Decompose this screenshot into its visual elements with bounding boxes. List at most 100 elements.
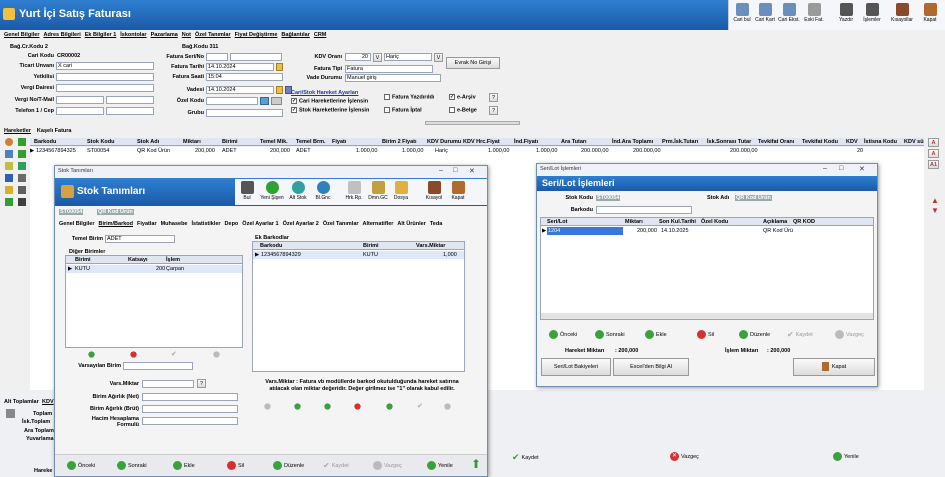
col-header[interactable]: KDV bbox=[846, 139, 858, 145]
list-icon[interactable] bbox=[18, 186, 26, 194]
db-delete-icon[interactable] bbox=[130, 351, 137, 358]
stok-tab-birim-barkod[interactable]: Birim/Barkod bbox=[98, 221, 133, 227]
stok-tab[interactable]: Muhasebe bbox=[161, 221, 188, 227]
col-header[interactable]: KDV Durumu bbox=[427, 139, 461, 145]
stok-hareket-check[interactable]: ✓ Stok Hareketlerine İşlensin bbox=[291, 107, 369, 113]
birim-agirlik-net-input[interactable] bbox=[142, 393, 238, 401]
tab-genel-bilgiler[interactable]: Genel Bilgiler bbox=[4, 32, 39, 38]
seri-onceki-button[interactable]: Önceki bbox=[549, 330, 577, 339]
fatura-tarihi-input[interactable]: 14.10.2024 bbox=[206, 63, 274, 71]
seri-duzenle-button[interactable]: Düzenle bbox=[739, 330, 770, 339]
tab-crm[interactable]: CRM bbox=[314, 32, 327, 38]
vade-durumu-select[interactable]: Manuel giriş bbox=[345, 74, 441, 82]
col-header[interactable]: KDV Hrc.Fiyat bbox=[463, 139, 500, 145]
col-header[interactable]: İsk.Sonrası Tutar bbox=[707, 139, 751, 145]
up-arrow-icon[interactable]: ⬆ bbox=[471, 457, 481, 471]
ozel-kodu-add-icon[interactable] bbox=[271, 97, 282, 105]
sonraki-button[interactable]: Sonraki bbox=[117, 461, 147, 470]
horizontal-scrollbar[interactable] bbox=[541, 313, 873, 319]
transfer-icon[interactable] bbox=[18, 174, 26, 182]
ozel-kodu-input[interactable] bbox=[206, 97, 258, 105]
close-icon[interactable]: ✕ bbox=[859, 165, 865, 173]
close-icon[interactable]: ✕ bbox=[469, 167, 475, 175]
sum-icon[interactable] bbox=[18, 150, 26, 158]
copy-icon[interactable] bbox=[18, 162, 26, 170]
kdv-v-button[interactable]: V bbox=[373, 53, 382, 62]
sil-button[interactable]: Sil bbox=[227, 461, 244, 470]
barcode-icon[interactable] bbox=[18, 198, 26, 206]
col-header[interactable]: Özel Kodu bbox=[701, 219, 728, 225]
db-add-icon[interactable] bbox=[88, 351, 95, 358]
seri-kaydet-button[interactable]: ✔ Kaydet bbox=[787, 330, 813, 339]
tab-iskontolar[interactable]: İskontolar bbox=[120, 32, 146, 38]
move-down-icon[interactable]: ▼ bbox=[931, 206, 939, 215]
kdv-orani-input[interactable]: 20 bbox=[345, 53, 371, 61]
no-input[interactable] bbox=[230, 53, 282, 61]
stok-tab[interactable]: Teda bbox=[430, 221, 442, 227]
eski-fatura-button[interactable]: Eski Fat. bbox=[802, 3, 826, 23]
birim-agirlik-brut-input[interactable] bbox=[142, 405, 238, 413]
seri-input[interactable] bbox=[206, 53, 228, 61]
export-icon[interactable] bbox=[5, 198, 13, 206]
eb-edit-icon[interactable] bbox=[324, 403, 331, 410]
vergi-dairesi-input[interactable] bbox=[56, 84, 154, 92]
eb-first-icon[interactable] bbox=[264, 403, 271, 410]
col-header[interactable]: Birimi bbox=[363, 243, 379, 249]
stok-tab[interactable]: Alt Ürünler bbox=[397, 221, 425, 227]
col-header[interactable]: Miktarı bbox=[183, 139, 201, 145]
seri-bakiyeleri-button[interactable]: Seri/Lot Bakiyeleri bbox=[541, 358, 611, 376]
varsayilan-birim-select[interactable] bbox=[123, 362, 193, 370]
cari-kart-button[interactable]: Cari Kart bbox=[754, 3, 776, 23]
letter-a-small-button[interactable]: A bbox=[928, 149, 939, 158]
bul-button[interactable]: Bul bbox=[237, 181, 257, 201]
onceki-button[interactable]: Önceki bbox=[67, 461, 95, 470]
hacim-select[interactable] bbox=[142, 417, 238, 425]
kdv-tab[interactable]: KDV bbox=[42, 399, 54, 405]
excel-bilgi-button[interactable]: Excel'den Bilgi Al bbox=[613, 358, 689, 376]
dosya-button[interactable]: Dosya bbox=[390, 181, 412, 201]
kaydet-button[interactable]: ✔ Kaydet bbox=[323, 461, 349, 470]
col-header[interactable]: İnd.Fiyatı bbox=[514, 139, 538, 145]
col-header[interactable]: Fiyatı bbox=[332, 139, 346, 145]
eb-add-icon[interactable] bbox=[294, 403, 301, 410]
col-header[interactable]: Miktarı bbox=[625, 219, 643, 225]
alt-stok-button[interactable]: Alt Stok bbox=[287, 181, 309, 201]
islemler-button[interactable]: İşlemler bbox=[861, 3, 883, 23]
col-header[interactable]: Birimi bbox=[75, 257, 91, 263]
col-header[interactable]: Tevkifat Oranı bbox=[758, 139, 794, 145]
move-up-icon[interactable]: ▲ bbox=[931, 196, 939, 205]
col-header[interactable]: Tevkifat Kodu bbox=[802, 139, 838, 145]
tab-hareketler[interactable]: Hareketler bbox=[4, 128, 31, 134]
warning-icon[interactable] bbox=[5, 186, 13, 194]
ekle-button[interactable]: Ekle bbox=[173, 461, 195, 470]
calc-icon[interactable] bbox=[6, 409, 15, 418]
e-belge-help-button[interactable]: ? bbox=[489, 106, 498, 115]
fatura-yazdirildi-check[interactable]: Fatura Yazdırıldı bbox=[384, 94, 434, 100]
eb-cancel-icon[interactable] bbox=[444, 403, 451, 410]
col-header[interactable]: Temel Mik. bbox=[260, 139, 288, 145]
yeni-button[interactable]: Yeni Şişen bbox=[259, 181, 285, 201]
vadesi-input[interactable]: 14.10.2024 bbox=[206, 86, 274, 94]
maximize-icon[interactable]: □ bbox=[453, 167, 457, 174]
email-input[interactable] bbox=[106, 96, 154, 104]
ticari-unvan-input[interactable]: X cari bbox=[56, 62, 154, 70]
vade-calendar-icon[interactable] bbox=[276, 86, 283, 94]
kisayol-button[interactable]: Kısayol bbox=[423, 181, 445, 201]
tab-adres-bilgileri[interactable]: Adres Bilgileri bbox=[43, 32, 80, 38]
temel-birim-select[interactable]: ADET bbox=[105, 235, 175, 243]
col-header[interactable]: Ara Tutarı bbox=[561, 139, 587, 145]
hrk-rp-button[interactable]: Hrk.Rp. bbox=[343, 181, 365, 201]
main-kaydet-button[interactable]: ✔ Kaydet bbox=[512, 452, 539, 463]
tab-kaseli-fatura[interactable]: Kaşelı Fatura bbox=[37, 128, 72, 134]
e-arsiv-check[interactable]: ✓ e-Arşiv bbox=[449, 94, 476, 100]
eb-refresh-icon[interactable] bbox=[386, 403, 393, 410]
col-header[interactable]: Son Kul.Tarihi bbox=[659, 219, 696, 225]
col-header[interactable]: İşlem bbox=[166, 257, 180, 263]
col-header[interactable]: İnd.Ara Toplamı bbox=[612, 139, 653, 145]
e-arsiv-help-button[interactable]: ? bbox=[489, 93, 498, 102]
col-header[interactable]: Prm.İsk.Tutarı bbox=[662, 139, 698, 145]
col-header[interactable]: Stok Kodu bbox=[87, 139, 115, 145]
cari-bul-button[interactable]: Cari bul bbox=[731, 3, 753, 23]
vars-miktar-input[interactable] bbox=[142, 380, 194, 388]
yetkili-input[interactable] bbox=[56, 73, 154, 81]
